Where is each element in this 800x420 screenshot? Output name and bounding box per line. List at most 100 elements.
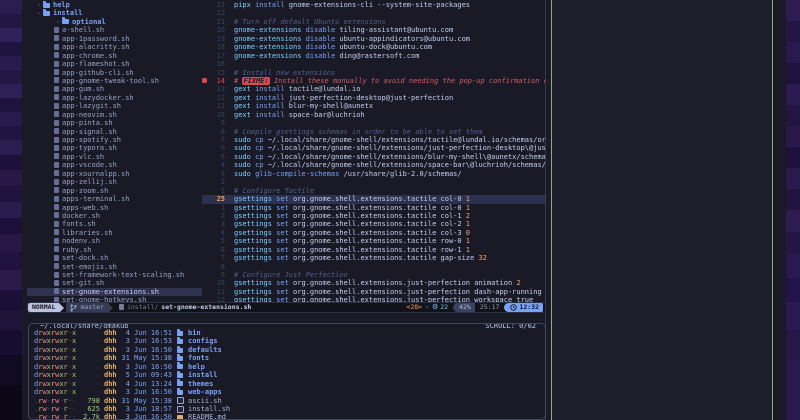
tree-item-set-git.sh[interactable]: set-git.sh	[27, 279, 202, 287]
git-branch[interactable]: master	[66, 303, 108, 312]
editor-line[interactable]: 10 gext install space-bar@luchrioh	[202, 111, 545, 119]
editor-line[interactable]: 23 pipx install gnome-extensions-cli --sy…	[202, 1, 545, 9]
tree-item-app-lazygit.sh[interactable]: app-lazygit.sh	[27, 102, 202, 110]
tree-item-a-shell.sh[interactable]: a-shell.sh	[27, 26, 202, 34]
bottom-pane[interactable]: ~/.local/share/omakub SCROLL: 0/62 drwxr…	[28, 323, 546, 420]
tree-item-app-neovim.sh[interactable]: app-neovim.sh	[27, 111, 202, 119]
tree-item-help[interactable]: › help	[27, 1, 202, 9]
code-token: FIXME:	[242, 76, 270, 85]
editor-line[interactable]: 6 gsettings set org.gnome.shell.extension…	[202, 246, 545, 254]
editor-line[interactable]: 15 # Install new extensions	[202, 69, 545, 77]
tree-item-app-spotify.sh[interactable]: app-spotify.sh	[27, 136, 202, 144]
tree-item-app-alacritty.sh[interactable]: app-alacritty.sh	[27, 43, 202, 51]
code-text: sudo cp ~/.local/share/gnome-shell/exten…	[234, 144, 545, 152]
code-text: sudo cp ~/.local/share/gnome-shell/exten…	[234, 161, 545, 169]
editor-line[interactable]: 6 sudo cp ~/.local/share/gnome-shell/exte…	[202, 144, 545, 152]
tree-item-nodenv.sh[interactable]: nodenv.sh	[27, 237, 202, 245]
editor-line[interactable]: 11 gext install blur-my-shell@aunetx	[202, 102, 545, 110]
editor-line[interactable]: 11 gsettings set org.gnome.shell.extensio…	[202, 288, 545, 296]
code-token: # Configure Just Perfection	[234, 271, 348, 279]
shell-file-icon	[54, 237, 59, 244]
editor-line[interactable]: 18 gnome-extensions disable ubuntu-dock@u…	[202, 43, 545, 51]
editor-line[interactable]: 21 # Turn off default Ubuntu extensions	[202, 18, 545, 26]
editor-line[interactable]: 22	[202, 9, 545, 17]
editor-line[interactable]: 16	[202, 60, 545, 68]
tree-item-docker.sh[interactable]: docker.sh	[27, 212, 202, 220]
tree-item-apps-terminal.sh[interactable]: apps-terminal.sh	[27, 195, 202, 203]
editor-line[interactable]: 1 # Configure Tactile	[202, 187, 545, 195]
file-owner: dhh	[104, 379, 117, 388]
code-token: cp	[250, 152, 264, 161]
code-token: set	[271, 228, 289, 237]
tree-item-set-dock.sh[interactable]: set-dock.sh	[27, 254, 202, 262]
editor-line[interactable]: 3 gsettings set org.gnome.shell.extension…	[202, 220, 545, 228]
tree-item-ruby.sh[interactable]: ruby.sh	[27, 246, 202, 254]
tree-item-app-lazydocker.sh[interactable]: app-lazydocker.sh	[27, 94, 202, 102]
code-token: # Turn off default Ubuntu extensions	[234, 17, 386, 26]
file-size: -	[95, 354, 100, 363]
tree-item-set-emojis.sh[interactable]: set-emojis.sh	[27, 263, 202, 271]
tree-item-install[interactable]: › install	[27, 8, 202, 17]
tree-item-app-typora.sh[interactable]: app-typora.sh	[27, 144, 202, 152]
tree-item-app-vscode.sh[interactable]: app-vscode.sh	[27, 161, 202, 169]
editor-line[interactable]: 7 gsettings set org.gnome.shell.extension…	[202, 254, 545, 262]
tree-item-set-gnome-extensions.sh[interactable]: set-gnome-extensions.sh	[27, 287, 202, 297]
editor-line[interactable]: 14 # FIXME: Install these manually to avo…	[202, 76, 545, 85]
code-text: gext install space-bar@luchrioh	[234, 111, 365, 119]
editor-line[interactable]: 1 gsettings set org.gnome.shell.extension…	[202, 204, 545, 212]
tree-item-set-framework-text-scaling.sh[interactable]: set-framework-text-scaling.sh	[27, 271, 202, 279]
tree-item-app-zoom.sh[interactable]: app-zoom.sh	[27, 187, 202, 195]
tree-item-label: app-neovim.sh	[62, 110, 117, 119]
editor-line[interactable]: 10 gsettings set org.gnome.shell.extensio…	[202, 279, 545, 287]
editor-line[interactable]: 4 gsettings set org.gnome.shell.extension…	[202, 229, 545, 237]
tree-item-fonts.sh[interactable]: fonts.sh	[27, 220, 202, 228]
code-token: gext	[234, 93, 251, 102]
line-number: 21	[216, 17, 225, 26]
editor-line[interactable]: 5 gsettings set org.gnome.shell.extension…	[202, 237, 545, 245]
tree-item-app-gnome-tweak-tool.sh[interactable]: app-gnome-tweak-tool.sh	[27, 77, 202, 85]
editor-line[interactable]: 2	[202, 178, 545, 186]
tree-item-libraries.sh[interactable]: libraries.sh	[27, 229, 202, 237]
tree-item-app-1password.sh[interactable]: app-1password.sh	[27, 35, 202, 43]
tree-item-app-signal.sh[interactable]: app-signal.sh	[27, 128, 202, 136]
editor-line[interactable]: 20 gnome-extensions disable tiling-assist…	[202, 26, 545, 34]
perm-char: x	[71, 329, 77, 337]
editor-line[interactable]: 12 gext install just-perfection-desktop@j…	[202, 94, 545, 102]
file-name: bin	[188, 329, 201, 337]
tree-item-label: app-zoom.sh	[62, 186, 109, 195]
shell-file-icon	[54, 263, 59, 270]
editor-line[interactable]: 17 gnome-extensions disable ding@rasterso…	[202, 52, 545, 60]
tree-item-app-github-cli.sh[interactable]: app-github-cli.sh	[27, 69, 202, 77]
tree-item-optional[interactable]: › optional	[27, 17, 202, 26]
folder-icon	[177, 354, 183, 362]
editor-line[interactable]: 9	[202, 119, 545, 127]
tree-item-app-chrome.sh[interactable]: app-chrome.sh	[27, 52, 202, 60]
editor-line[interactable]: 3 sudo glib-compile-schemas /usr/share/gl…	[202, 170, 545, 178]
editor-line[interactable]: 2 gsettings set org.gnome.shell.extension…	[202, 212, 545, 220]
shell-file-icon	[54, 178, 59, 185]
editor-line[interactable]: 7 sudo cp ~/.local/share/gnome-shell/exte…	[202, 136, 545, 144]
listing-row-defaults: drwxrwxr-x - dhh 3 Jun 16:50 defaults	[29, 345, 545, 354]
tree-item-app-xournalpp.sh[interactable]: app-xournalpp.sh	[27, 170, 202, 178]
editor-panel[interactable]: 23 pipx install gnome-extensions-cli --sy…	[202, 1, 545, 302]
tree-item-app-gum.sh[interactable]: app-gum.sh	[27, 85, 202, 93]
shell-file-icon	[54, 52, 59, 59]
line-number: 16	[216, 60, 225, 69]
editor-line[interactable]: 13 gext install tactile@lundal.io	[202, 85, 545, 93]
editor-line[interactable]: 9 # Configure Just Perfection	[202, 271, 545, 279]
tree-item-app-pinta.sh[interactable]: app-pinta.sh	[27, 119, 202, 127]
editor-line[interactable]: 4 sudo cp ~/.local/share/gnome-shell/exte…	[202, 161, 545, 169]
editor-line[interactable]: 25 gsettings set org.gnome.shell.extensio…	[202, 195, 545, 204]
tree-item-app-vlc.sh[interactable]: app-vlc.sh	[27, 153, 202, 161]
tree-item-apps-web.sh[interactable]: apps-web.sh	[27, 204, 202, 212]
editor-line[interactable]: 8	[202, 263, 545, 271]
right-pane[interactable]	[551, 0, 773, 420]
editor-line[interactable]: 19 gnome-extensions disable ubuntu-appind…	[202, 35, 545, 43]
editor-line[interactable]: 8 # Compile gsettings schemas in order to…	[202, 128, 545, 136]
code-token: org.gnome.shell.extensions.tactile gap-s…	[288, 254, 475, 263]
line-number: 8	[220, 262, 225, 271]
editor-line[interactable]: 5 sudo cp ~/.local/share/gnome-shell/exte…	[202, 153, 545, 161]
tree-item-app-flameshot.sh[interactable]: app-flameshot.sh	[27, 60, 202, 68]
tree-item-app-zellij.sh[interactable]: app-zellij.sh	[27, 178, 202, 186]
code-token: install	[250, 85, 285, 94]
